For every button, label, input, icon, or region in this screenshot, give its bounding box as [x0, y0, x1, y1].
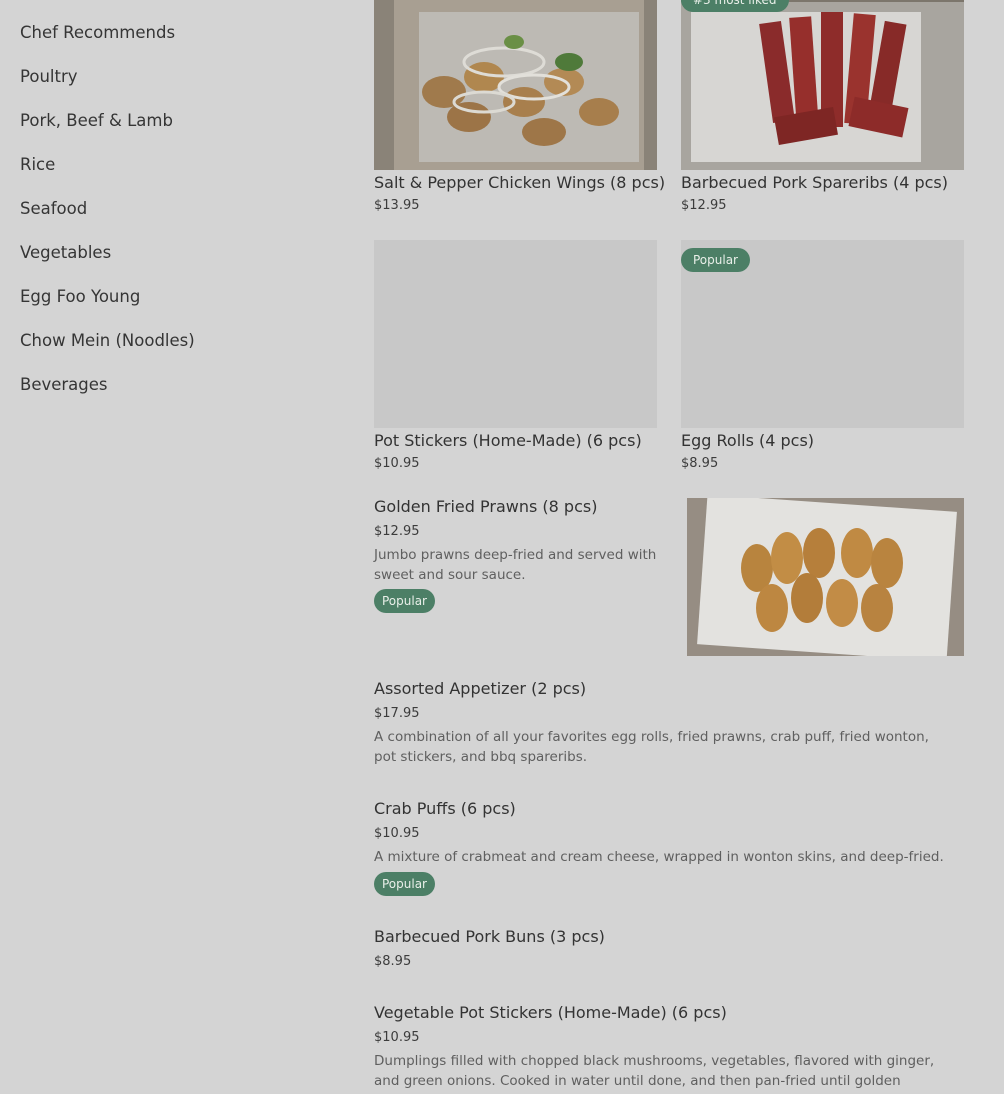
item-price: $8.95 — [374, 954, 412, 969]
card-item-price: $13.95 — [374, 198, 420, 213]
menu-item-assorted-appetizer[interactable]: Assorted Appetizer (2 pcs) $17.95 A comb… — [374, 679, 964, 779]
item-price: $10.95 — [374, 826, 420, 841]
card-item-name: Barbecued Pork Spareribs (4 pcs) — [681, 173, 949, 192]
card-item-name: Egg Rolls (4 pcs) — [681, 431, 815, 450]
category-sidebar: Chef Recommends Poultry Pork, Beef & Lam… — [20, 14, 340, 410]
category-pork-beef-lamb[interactable]: Pork, Beef & Lamb — [20, 102, 340, 146]
popular-badge: Popular — [681, 248, 750, 272]
pot-stickers-photo-placeholder — [374, 240, 657, 428]
item-name: Vegetable Pot Stickers (Home-Made) (6 pc… — [374, 1003, 727, 1022]
item-description: A combination of all your favorites egg … — [374, 729, 929, 765]
menu-item-pork-buns[interactable]: Barbecued Pork Buns (3 pcs) $8.95 — [374, 927, 964, 987]
menu-item-vegetable-pot-stickers[interactable]: Vegetable Pot Stickers (Home-Made) (6 pc… — [374, 1003, 964, 1094]
item-price: $17.95 — [374, 706, 420, 721]
popularity-badge: #3 most liked — [681, 0, 789, 12]
category-beverages[interactable]: Beverages — [20, 366, 340, 410]
item-name: Crab Puffs (6 pcs) — [374, 799, 516, 818]
item-description: Dumplings filled with chopped black mush… — [374, 1053, 935, 1094]
card-item-price: $10.95 — [374, 456, 420, 471]
category-seafood[interactable]: Seafood — [20, 190, 340, 234]
item-price: $10.95 — [374, 1030, 420, 1045]
item-name: Barbecued Pork Buns (3 pcs) — [374, 927, 605, 946]
category-egg-foo-young[interactable]: Egg Foo Young — [20, 278, 340, 322]
popular-badge: Popular — [374, 872, 435, 896]
menu-item-golden-fried-prawns[interactable]: Golden Fried Prawns (8 pcs) $12.95 Jumbo… — [374, 497, 964, 657]
item-name: Golden Fried Prawns (8 pcs) — [374, 497, 598, 516]
pork-spareribs-photo — [681, 0, 964, 170]
category-chow-mein[interactable]: Chow Mein (Noodles) — [20, 322, 340, 366]
card-item-price: $8.95 — [681, 456, 719, 471]
item-description: A mixture of crabmeat and cream cheese, … — [374, 849, 944, 865]
item-description: Jumbo prawns deep-fried and served with … — [374, 547, 657, 583]
item-price: $12.95 — [374, 524, 420, 539]
category-poultry[interactable]: Poultry — [20, 58, 340, 102]
chicken-wings-photo — [374, 0, 657, 170]
popular-badge: Popular — [374, 589, 435, 613]
card-item-name: Pot Stickers (Home-Made) (6 pcs) — [374, 431, 642, 450]
category-chef-recommends[interactable]: Chef Recommends — [20, 14, 340, 58]
card-item-price: $12.95 — [681, 198, 727, 213]
category-rice[interactable]: Rice — [20, 146, 340, 190]
menu-item-crab-puffs[interactable]: Crab Puffs (6 pcs) $10.95 A mixture of c… — [374, 799, 964, 909]
golden-fried-prawns-photo — [687, 498, 964, 656]
item-name: Assorted Appetizer (2 pcs) — [374, 679, 587, 698]
category-vegetables[interactable]: Vegetables — [20, 234, 340, 278]
card-item-name: Salt & Pepper Chicken Wings (8 pcs) — [374, 173, 666, 192]
